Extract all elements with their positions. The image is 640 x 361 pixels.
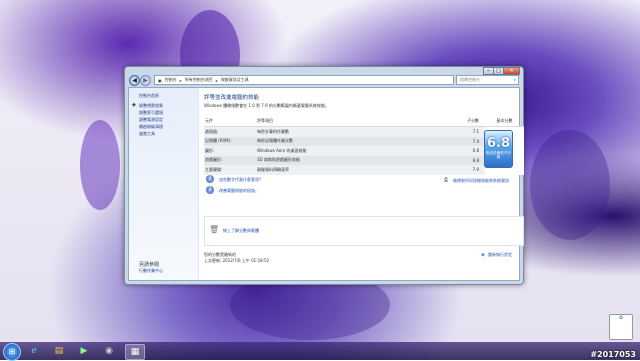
back-arrow-icon[interactable]: ◀ [129, 75, 140, 86]
help-icon: ? [206, 175, 214, 183]
action-center-link[interactable]: 行動作業中心 [139, 268, 163, 274]
address-bar[interactable]: ▣ 控制台 ▸ 所有控制台項目 ▸ 效能資訊及工具 [154, 75, 454, 85]
navigation-bar: ◀ ▶ ▣ 控制台 ▸ 所有控制台項目 ▸ 效能資訊及工具 搜尋控制台 ⌕ [129, 74, 519, 86]
page-title: 評等並改進電腦的效能 [204, 95, 260, 101]
breadcrumb[interactable]: 所有控制台項目 [185, 77, 213, 83]
sidebar-item-index[interactable]: 調整索引選項 [139, 110, 163, 116]
printer-icon: ⎙ [444, 177, 449, 183]
breadcrumb[interactable]: 效能資訊及工具 [221, 77, 249, 83]
search-input[interactable]: 搜尋控制台 ⌕ [456, 75, 519, 85]
ie-icon[interactable]: ℯ [25, 344, 43, 358]
rerun-button[interactable]: 重新執行評定 [488, 252, 512, 258]
sidebar-item-cleanup[interactable]: 開啟磁碟清理 [139, 124, 163, 130]
main-panel: 評等並改進電腦的效能 Windows 體驗指數會在 1.0 到 7.9 的分數範… [201, 88, 524, 280]
last-updated: 上次更新: 2012/7/6 上午 01:18:52 [204, 258, 270, 263]
table-row: 記憶體 (RAM): 每秒記憶體作業次數 7.4 [204, 136, 524, 146]
sidebar: 控制台首頁 ◆ 調整視覺效果 調整索引選項 調整電源設定 開啟磁碟清理 進階工具… [129, 88, 199, 280]
media-icon[interactable]: ▶ [75, 344, 93, 358]
meaning-link[interactable]: 這些數字代表什麼意思? [219, 177, 261, 183]
shield-icon: ◈ [481, 252, 485, 258]
description: Windows 體驗指數會在 1.0 到 7.9 的分數範圍內衡量電腦系統效能。 [204, 103, 329, 108]
search-placeholder: 搜尋控制台 [460, 77, 480, 82]
ink-swirl [530, 130, 610, 240]
content-area: 控制台首頁 ◆ 調整視覺效果 調整索引選項 調整電源設定 開啟磁碟清理 進階工具… [128, 87, 524, 281]
base-score-badge: 6.8 取決於最低子分數 [484, 130, 513, 168]
print-details-link[interactable]: 檢視和列印詳細效能和系統資訊 [453, 178, 509, 184]
sidebar-item-home[interactable]: 控制台首頁 [139, 93, 159, 99]
help-icon: ? [206, 186, 214, 194]
col-component: 元件 [204, 116, 256, 127]
start-button[interactable]: ⊞ [3, 343, 21, 361]
folder-icon: ▣ [158, 77, 162, 83]
recycle-bin-icon[interactable]: ♻ [609, 314, 633, 340]
sidebar-item-power[interactable]: 調整電源設定 [139, 117, 163, 123]
online-scores-link[interactable]: 線上了解分數與軟體 [223, 228, 259, 234]
explorer-icon[interactable]: ▤ [50, 344, 68, 358]
online-box: 🗑 線上了解分數與軟體 [204, 216, 524, 246]
see-also-label: 另請參閱 [139, 262, 160, 268]
table-row: 遊戲圖形: 3D 商務和遊戲圖形效能 6.8 [204, 155, 524, 165]
col-subscore: 子分數 [448, 116, 485, 127]
score-table: 元件 評等項目 子分數 基本分數 處理器: 每秒計算的作業數 7.1 記憶體 (RA… [204, 116, 524, 175]
shield-icon: ◆ [132, 102, 136, 108]
table-row: 主要硬碟: 磁碟資料傳輸速率 7.9 [204, 165, 524, 175]
col-item: 評等項目 [256, 116, 448, 127]
search-icon: ⌕ [513, 77, 516, 82]
watermark: #2017053 [590, 350, 636, 359]
forward-arrow-icon[interactable]: ▶ [140, 75, 151, 86]
tips-link[interactable]: 改善電腦效能的秘訣。 [219, 188, 259, 194]
ink-swirl [80, 120, 120, 210]
performance-window: ─ □ ✕ ◀ ▶ ▣ 控制台 ▸ 所有控制台項目 ▸ 效能資訊及工具 搜尋控制台 … [124, 66, 524, 285]
table-row: 圖形: Windows Aero 的桌面效能 6.8 [204, 146, 524, 156]
app-icon[interactable]: ◉ [100, 344, 118, 358]
base-score: 6.8 [486, 136, 511, 151]
col-base: 基本分數 [485, 116, 524, 127]
control-panel-taskbar-icon[interactable]: ▦ [125, 344, 145, 360]
taskbar: ⊞ ℯ ▤ ▶ ◉ ▦ #2017053 [0, 342, 640, 361]
base-score-caption: 取決於最低子分數 [486, 151, 511, 159]
sidebar-item-visual[interactable]: 調整視覺效果 [139, 103, 163, 109]
trash-icon: 🗑 [209, 225, 220, 234]
breadcrumb[interactable]: 控制台 [165, 77, 177, 83]
sidebar-item-advanced[interactable]: 進階工具 [139, 131, 155, 137]
table-row: 處理器: 每秒計算的作業數 7.1 [204, 126, 524, 137]
